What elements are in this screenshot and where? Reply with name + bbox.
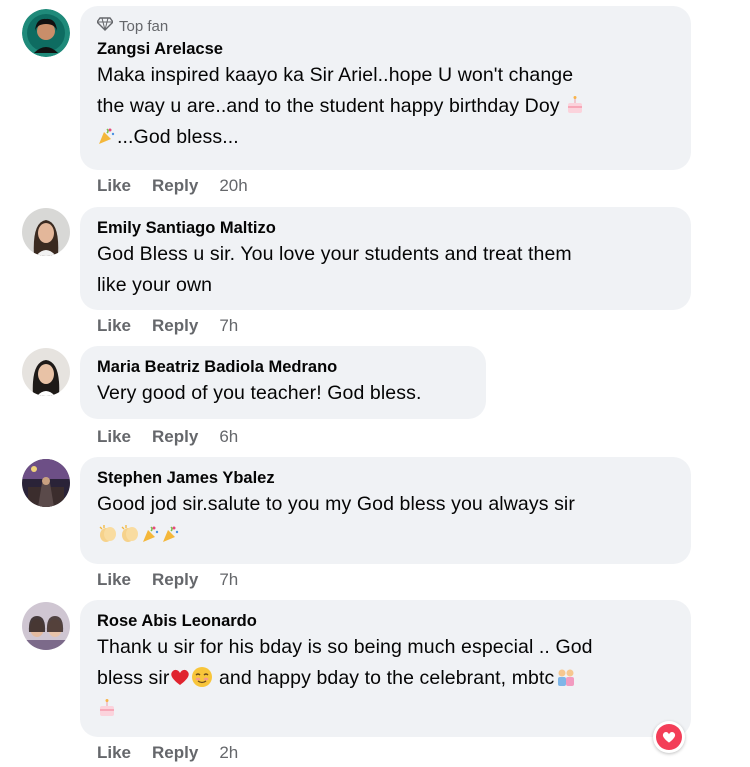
cake-emoji bbox=[565, 95, 585, 118]
reply-button[interactable]: Reply bbox=[152, 176, 198, 196]
avatar[interactable] bbox=[22, 208, 70, 256]
comment-author[interactable]: Zangsi Arelacse bbox=[97, 38, 675, 60]
comment-bubble: Top fan Zangsi Arelacse Maka inspired ka… bbox=[80, 6, 691, 170]
like-button[interactable]: Like bbox=[97, 570, 131, 590]
heart-icon bbox=[656, 724, 682, 750]
avatar[interactable] bbox=[22, 348, 70, 396]
reply-button[interactable]: Reply bbox=[152, 427, 198, 447]
comment-bubble: Rose Abis Leonardo Thank u sir for his b… bbox=[80, 600, 691, 737]
like-button[interactable]: Like bbox=[97, 427, 131, 447]
timestamp[interactable]: 2h bbox=[219, 743, 238, 763]
comment-line: like your own bbox=[97, 274, 213, 296]
timestamp[interactable]: 20h bbox=[219, 176, 247, 196]
comment-line: God Bless u sir. You love your students … bbox=[97, 243, 572, 265]
comment-actions: Like Reply 2h bbox=[97, 743, 259, 763]
red-heart-emoji bbox=[169, 667, 191, 690]
comment-line: ...God bless... bbox=[97, 122, 675, 153]
comment-author[interactable]: Emily Santiago Maltizo bbox=[97, 217, 675, 239]
people-emoji bbox=[554, 667, 578, 690]
comment-text: Maka inspired kaayo ka Sir Ariel..hope U… bbox=[97, 60, 675, 153]
comment-line: bless sir and happy bday to the celebran… bbox=[97, 663, 675, 694]
comment-author[interactable]: Stephen James Ybalez bbox=[97, 467, 675, 489]
comment-line: Good jod sir.salute to you my God bless … bbox=[97, 493, 575, 515]
comment-line: Very good of you teacher! God bless. bbox=[97, 382, 422, 404]
comment-text: Thank u sir for his bday is so being muc… bbox=[97, 632, 675, 725]
party-popper-emoji bbox=[97, 126, 117, 149]
reaction-badge[interactable] bbox=[653, 721, 685, 753]
comment-line bbox=[97, 694, 675, 725]
reply-button[interactable]: Reply bbox=[152, 743, 198, 763]
reply-button[interactable]: Reply bbox=[152, 316, 198, 336]
comment-text: God Bless u sir. You love your students … bbox=[97, 239, 675, 301]
comment-author[interactable]: Rose Abis Leonardo bbox=[97, 610, 675, 632]
comment-line: Thank u sir for his bday is so being muc… bbox=[97, 636, 593, 658]
comment-text: Good jod sir.salute to you my God bless … bbox=[97, 489, 675, 551]
comment-bubble: Maria Beatriz Badiola Medrano Very good … bbox=[80, 346, 486, 419]
comment-text: Very good of you teacher! God bless. bbox=[97, 378, 470, 409]
diamond-icon bbox=[96, 17, 114, 35]
like-button[interactable]: Like bbox=[97, 743, 131, 763]
badge-label: Top fan bbox=[119, 17, 169, 35]
comment-bubble: Stephen James Ybalez Good jod sir.salute… bbox=[80, 457, 691, 564]
avatar[interactable] bbox=[22, 9, 70, 57]
timestamp[interactable]: 7h bbox=[219, 316, 238, 336]
reply-button[interactable]: Reply bbox=[152, 570, 198, 590]
clapping-hands-emoji bbox=[119, 524, 141, 547]
party-popper-emoji bbox=[161, 524, 181, 547]
party-popper-emoji bbox=[141, 524, 161, 547]
comment-line: the way u are..and to the student happy … bbox=[97, 91, 675, 122]
avatar[interactable] bbox=[22, 459, 70, 507]
comment-actions: Like Reply 6h bbox=[97, 427, 259, 447]
comment-line bbox=[97, 520, 675, 551]
clapping-hands-emoji bbox=[97, 524, 119, 547]
comment-actions: Like Reply 20h bbox=[97, 176, 269, 196]
comment-actions: Like Reply 7h bbox=[97, 316, 259, 336]
like-button[interactable]: Like bbox=[97, 176, 131, 196]
comment-actions: Like Reply 7h bbox=[97, 570, 259, 590]
comment-line: Maka inspired kaayo ka Sir Ariel..hope U… bbox=[97, 64, 574, 86]
timestamp[interactable]: 6h bbox=[219, 427, 238, 447]
avatar[interactable] bbox=[22, 602, 70, 650]
comment-author[interactable]: Maria Beatriz Badiola Medrano bbox=[97, 356, 470, 378]
cake-emoji bbox=[97, 698, 117, 721]
like-button[interactable]: Like bbox=[97, 316, 131, 336]
top-fan-badge: Top fan bbox=[96, 16, 675, 36]
comment-bubble: Emily Santiago Maltizo God Bless u sir. … bbox=[80, 207, 691, 310]
timestamp[interactable]: 7h bbox=[219, 570, 238, 590]
smiling-face-emoji bbox=[191, 666, 213, 691]
